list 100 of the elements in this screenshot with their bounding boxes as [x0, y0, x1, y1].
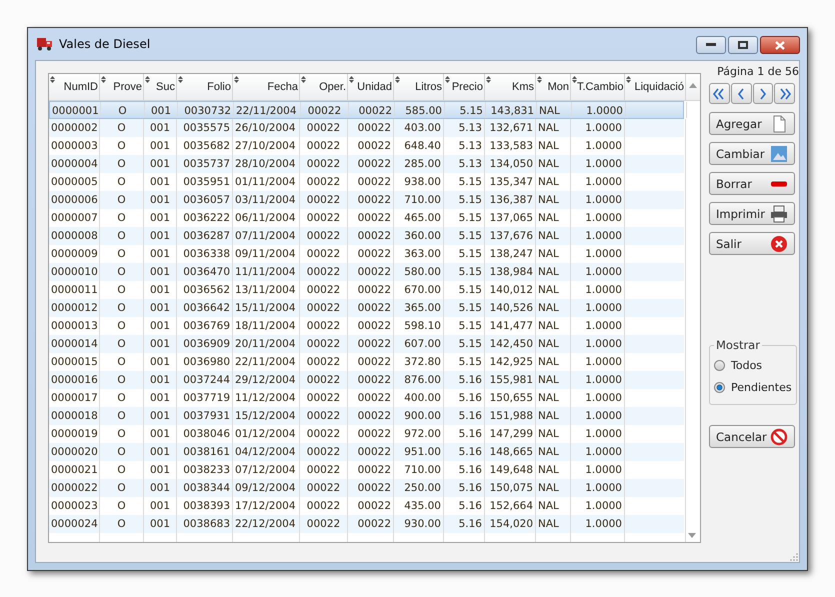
table-cell: 0037931 [183, 410, 230, 422]
column-header[interactable]: Unidad [348, 74, 394, 100]
column-header[interactable]: Suc [144, 74, 177, 100]
table-cell: 598.10 [404, 320, 441, 332]
table-cell: 585.00 [405, 105, 442, 117]
table-cell: 001 [150, 392, 170, 404]
action-button[interactable]: Imprimir [709, 202, 795, 225]
table-row[interactable]: 0000020 O 001 0038161 04/12/2004 00022 00022 951.00 5.16 148,665 NAL 1.0000 [49, 443, 684, 461]
table-cell: NAL [538, 320, 559, 332]
table-cell: 00022 [358, 176, 391, 188]
column-header[interactable]: Litros [394, 74, 444, 100]
table-row[interactable]: 0000012 O 001 0036642 15/11/2004 00022 00022 365.00 5.15 140,526 NAL 1.0000 [49, 299, 684, 317]
table-cell: 5.15 [458, 266, 482, 278]
column-header[interactable]: Liquidació [625, 74, 686, 100]
cancel-button[interactable]: Cancelar [709, 425, 795, 448]
table-cell: 001 [150, 410, 170, 422]
table-cell: O [117, 482, 126, 494]
next-page-button[interactable] [752, 83, 774, 104]
table-cell: NAL [538, 230, 559, 242]
table-cell: 1.0000 [585, 140, 622, 152]
sort-icon [626, 76, 631, 83]
table-cell: NAL [538, 266, 559, 278]
table-row[interactable]: 0000008 O 001 0036287 07/11/2004 00022 00022 360.00 5.15 137,676 NAL 1.0000 [49, 227, 684, 245]
action-button[interactable]: Borrar [709, 172, 795, 195]
first-page-button[interactable] [709, 83, 730, 104]
table-cell: 001 [150, 302, 170, 314]
table-cell: 136,387 [490, 194, 533, 206]
table-cell: O [118, 105, 127, 117]
table-cell: 03/11/2004 [235, 194, 296, 206]
resize-grip-icon[interactable] [790, 553, 798, 561]
group-title: Mostrar [715, 338, 761, 352]
table-row[interactable]: 0000006 O 001 0036057 03/11/2004 00022 00022 710.00 5.15 136,387 NAL 1.0000 [49, 191, 684, 209]
scroll-up-icon[interactable] [689, 83, 697, 88]
table-cell: 00022 [358, 410, 391, 422]
table-row[interactable]: 0000016 O 001 0037244 29/12/2004 00022 00022 876.00 5.16 155,981 NAL 1.0000 [49, 371, 684, 389]
table-cell: 001 [150, 284, 170, 296]
error-circle-icon [770, 234, 788, 252]
column-header[interactable]: Precio [444, 74, 485, 100]
column-header[interactable]: Mon [536, 74, 571, 100]
table-cell: 001 [150, 518, 170, 530]
table-cell: 17/12/2004 [235, 500, 296, 512]
table-row[interactable]: 0000014 O 001 0036909 20/11/2004 00022 00022 607.00 5.15 142,450 NAL 1.0000 [49, 335, 684, 353]
column-header[interactable]: Fecha [233, 74, 300, 100]
close-button[interactable] [760, 36, 800, 54]
table-row[interactable]: 0000004 O 001 0035737 28/10/2004 00022 00022 285.00 5.13 134,050 NAL 1.0000 [49, 155, 684, 173]
table-cell: NAL [538, 482, 559, 494]
radio-option[interactable]: Pendientes [714, 376, 792, 398]
table-cell: 0000014 [51, 338, 98, 350]
table-cell: 001 [150, 122, 170, 134]
table-cell: 00022 [306, 230, 340, 242]
table-cell: 00022 [358, 230, 391, 242]
table-cell: NAL [538, 500, 559, 512]
table-cell: O [117, 518, 126, 530]
column-header[interactable]: Oper. [300, 74, 348, 100]
table-cell: 5.13 [458, 158, 482, 170]
action-button[interactable]: Cambiar [709, 142, 795, 165]
column-header[interactable]: T.Cambio [571, 74, 625, 100]
column-header[interactable]: Folio [177, 74, 233, 100]
table-cell: 00022 [306, 356, 340, 368]
table-row[interactable]: 0000024 O 001 0038683 22/12/2004 00022 00022 930.00 5.16 154,020 NAL 1.0000 [49, 515, 684, 533]
scroll-down-icon[interactable] [688, 533, 696, 538]
table-cell: 0000010 [51, 266, 98, 278]
table-cell: 001 [150, 428, 170, 440]
last-page-button[interactable] [774, 83, 795, 104]
table-cell: 0000017 [51, 392, 98, 404]
table-cell: 137,676 [490, 230, 533, 242]
table-cell: 0000019 [51, 428, 98, 440]
table-cell: 876.00 [404, 374, 441, 386]
table-cell: 900.00 [404, 410, 441, 422]
table-row[interactable]: 0000018 O 001 0037931 15/12/2004 00022 00022 900.00 5.16 151,988 NAL 1.0000 [49, 407, 684, 425]
prev-page-button[interactable] [730, 83, 752, 104]
table-cell: 00022 [358, 248, 391, 260]
table-cell: 00022 [306, 446, 340, 458]
table-cell: 0000015 [51, 356, 98, 368]
table-cell: 0036222 [183, 212, 230, 224]
minimize-button[interactable] [696, 36, 726, 54]
column-header[interactable]: Kms [485, 74, 536, 100]
table-cell: 00022 [306, 518, 340, 530]
table-cell: 00022 [306, 140, 340, 152]
table-cell: 00022 [358, 212, 391, 224]
table-cell: 5.13 [458, 140, 482, 152]
table-row[interactable]: 0000002 O 001 0035575 26/10/2004 00022 00022 403.00 5.13 132,671 NAL 1.0000 [49, 119, 684, 137]
table-cell: 0038393 [183, 500, 230, 512]
table-cell: 0037719 [183, 392, 230, 404]
table-cell: 00022 [358, 320, 391, 332]
action-button[interactable]: Agregar [709, 112, 795, 135]
table-row[interactable]: 0000022 O 001 0038344 09/12/2004 00022 00022 250.00 5.16 150,075 NAL 1.0000 [49, 479, 684, 497]
radio-option[interactable]: Todos [714, 354, 792, 376]
table-cell: 5.13 [458, 122, 482, 134]
table-cell: 11/12/2004 [235, 392, 296, 404]
table-row[interactable]: 0000010 O 001 0036470 11/11/2004 00022 00022 580.00 5.15 138,984 NAL 1.0000 [49, 263, 684, 281]
sort-icon [145, 76, 150, 83]
table-cell: 150,075 [490, 482, 533, 494]
maximize-button[interactable] [728, 36, 758, 54]
table-cell: 00022 [358, 500, 391, 512]
table-row[interactable]: 0000001 O 001 0030732 22/11/2004 00022 00022 585.00 5.15 143,831 NAL 1.0000 [49, 101, 684, 119]
action-button[interactable]: Salir [709, 232, 795, 255]
column-header[interactable]: Prove [100, 74, 144, 100]
column-header[interactable]: NumID [49, 74, 100, 100]
table-cell: 0000006 [51, 194, 98, 206]
